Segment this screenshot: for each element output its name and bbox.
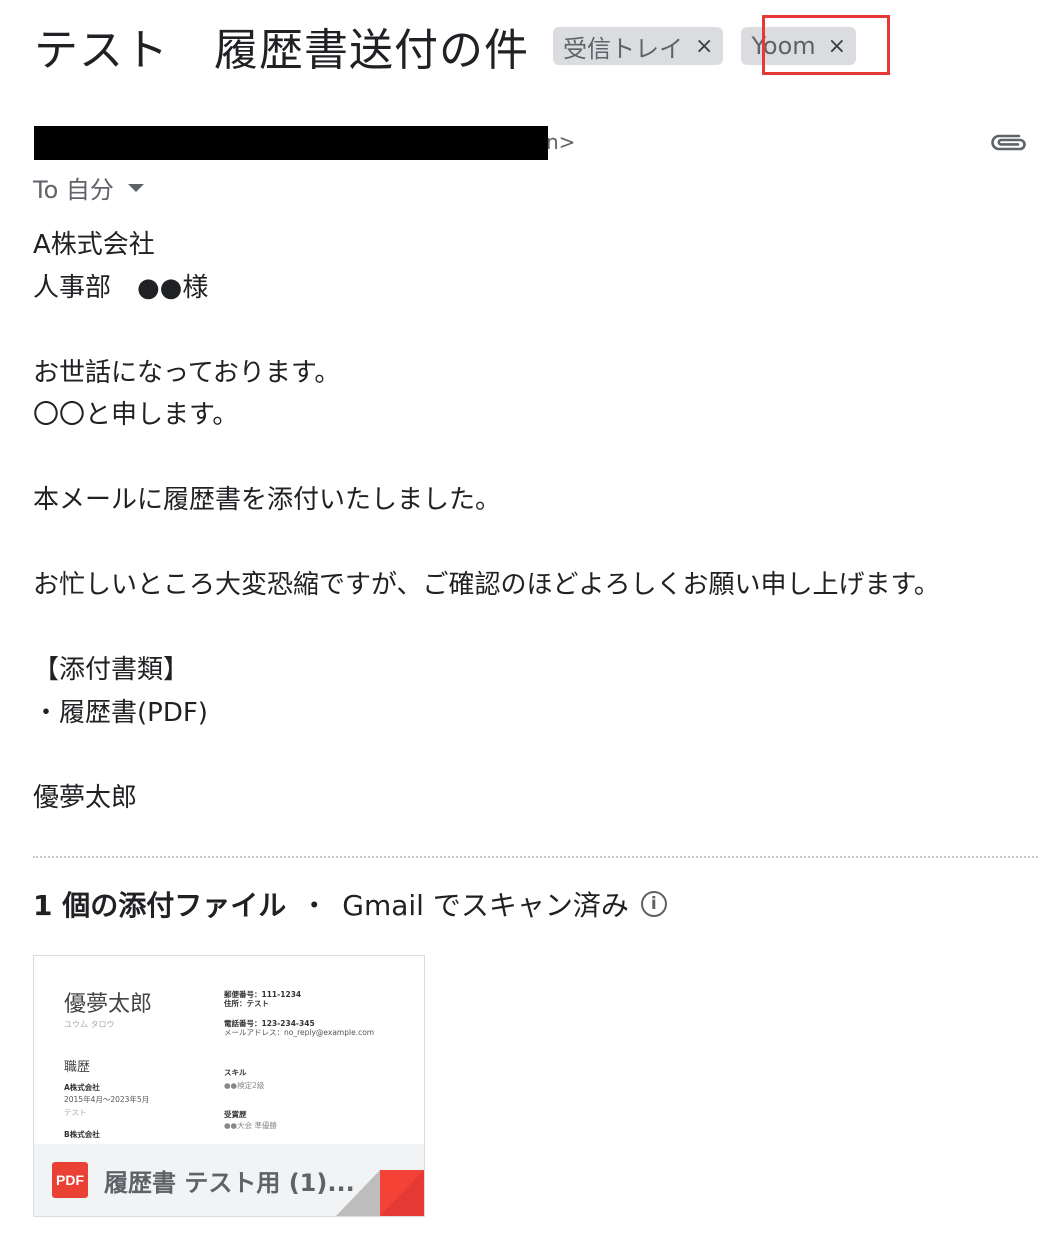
pdf-icon: PDF [52,1162,88,1198]
email-body: A株式会社 人事部 ●●様 お世話になっております。 〇〇と申します。 本メール… [33,230,940,813]
scan-status: Gmail でスキャン済み [342,889,629,922]
info-icon[interactable]: i [640,891,667,917]
attachment-preview: 優夢太郎 ユウム タロウ 職歴 A株式会社 2015年4月〜2023年5月 テス… [34,956,424,1146]
preview-period1: 2015年4月〜2023年5月 [64,1095,150,1104]
attachments-header: 1 個の添付ファイル ・ Gmail でスキャン済み i [33,884,667,924]
paperclip-icon [991,134,1026,151]
page-fold-icon [336,1170,424,1216]
email-subject: テスト 履歴書送付の件 [34,25,529,76]
preview-name: 優夢太郎 [64,992,153,1017]
remove-label-icon[interactable]: × [695,34,713,59]
preview-skills-heading: スキル [224,1068,247,1077]
sender-redaction [34,126,548,160]
recipient-dropdown[interactable]: To 自分 [33,170,144,205]
preview-awards-heading: 受賞歴 [224,1110,247,1119]
preview-career-heading: 職歴 [64,1060,91,1075]
preview-company1: A株式会社 [64,1083,100,1092]
recipient-label: To 自分 [33,176,114,204]
attachment-file-name: 履歴書 テスト用 (1)... [104,1168,355,1197]
preview-email: メールアドレス：no_reply@example.com [224,1028,375,1037]
preview-skill1: ●●検定2級 [224,1081,265,1090]
attachment-count: 1 個の添付ファイル [33,889,287,922]
caret-down-icon [127,183,144,192]
preview-address: 住所：テスト [224,999,269,1008]
label-name: 受信トレイ [563,34,683,63]
preview-company2: B株式会社 [64,1130,100,1139]
preview-desc1: テスト [64,1108,87,1117]
subject-row: テスト 履歴書送付の件 受信トレイ × Yoom × [34,14,857,78]
divider [33,856,1038,858]
separator: ・ [300,889,329,922]
preview-award1: ●●大会 準優勝 [224,1121,277,1130]
sender-address-tail: n> [546,130,576,154]
attachment-card[interactable]: 優夢太郎 ユウム タロウ 職歴 A株式会社 2015年4月〜2023年5月 テス… [33,955,425,1217]
highlight-box [762,15,890,75]
preview-kana: ユウム タロウ [64,1020,115,1029]
label-chip-inbox[interactable]: 受信トレイ × [553,27,724,65]
